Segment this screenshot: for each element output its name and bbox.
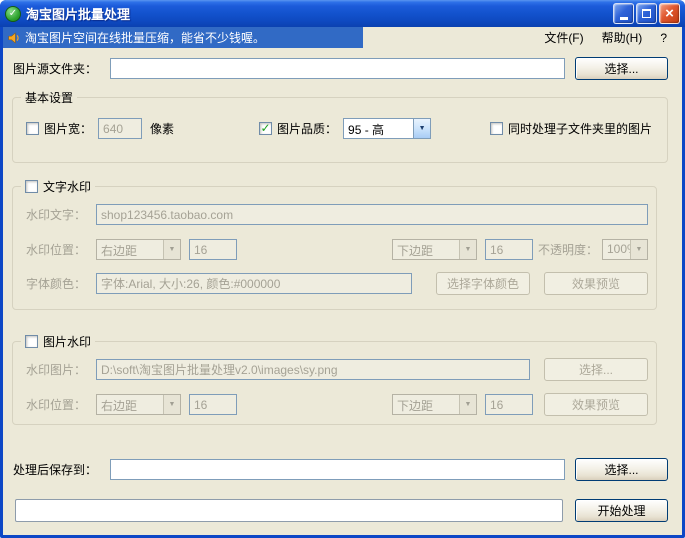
- window-title: 淘宝图片批量处理: [26, 4, 608, 23]
- menu-file[interactable]: 文件(F): [535, 27, 592, 48]
- subfolder-label: 同时处理子文件夹里的图片: [508, 120, 652, 137]
- watermark-text-label: 水印文字：: [26, 206, 96, 223]
- speaker-icon: [7, 31, 21, 45]
- tw-v-position-select: 下边距 ▼: [392, 239, 477, 260]
- tw-h-position-value: 右边距: [97, 240, 163, 259]
- iw-v-position-select: 下边距 ▼: [392, 394, 477, 415]
- watermark-position-label: 水印位置：: [26, 396, 96, 413]
- maximize-icon: [642, 9, 651, 18]
- width-input: [98, 118, 142, 139]
- check-icon: ✓: [9, 9, 17, 19]
- progress-bar: [15, 499, 563, 522]
- dropdown-arrow-icon: ▼: [459, 240, 476, 259]
- quality-option: ✓ 图片品质：: [259, 120, 337, 137]
- text-watermark-legend: 文字水印: [21, 178, 95, 194]
- basic-settings-legend: 基本设置: [21, 89, 77, 105]
- tw-v-offset-input: [485, 239, 533, 260]
- image-watermark-position-row: 水印位置： 右边距 ▼ 下边距 ▼ 效果预览: [26, 393, 648, 416]
- save-folder-row: 处理后保存到： 选择...: [13, 458, 668, 481]
- source-folder-label: 图片源文件夹：: [13, 60, 110, 77]
- menu-help[interactable]: 帮助(H): [593, 27, 652, 48]
- image-watermark-legend: 图片水印: [21, 333, 95, 349]
- font-settings-input: [96, 273, 412, 294]
- window-client-area: 淘宝图片空间在线批量压缩，能省不少钱喔。 文件(F) 帮助(H) ? 图片源文件…: [3, 27, 682, 535]
- image-watermark-group: 图片水印 水印图片： 选择... 水印位置： 右边距 ▼ 下边距: [12, 341, 657, 425]
- save-folder-input[interactable]: [110, 459, 565, 480]
- text-watermark-checkbox[interactable]: [25, 180, 38, 193]
- width-label: 图片宽：: [44, 120, 92, 137]
- opacity-label: 不透明度：: [538, 241, 598, 258]
- source-browse-button[interactable]: 选择...: [575, 57, 668, 80]
- width-checkbox[interactable]: [26, 122, 39, 135]
- title-bar[interactable]: ✓ 淘宝图片批量处理 ×: [0, 0, 685, 27]
- dropdown-arrow-icon: ▼: [163, 240, 180, 259]
- quality-checkbox[interactable]: ✓: [259, 122, 272, 135]
- iw-v-position-value: 下边距: [393, 395, 459, 414]
- tw-h-position-select: 右边距 ▼: [96, 239, 181, 260]
- image-preview-button: 效果预览: [544, 393, 648, 416]
- font-color-row: 字体颜色： 选择字体颜色 效果预览: [26, 272, 648, 295]
- image-watermark-title: 图片水印: [43, 333, 91, 350]
- save-browse-button[interactable]: 选择...: [575, 458, 668, 481]
- width-unit-label: 像素: [150, 120, 174, 137]
- watermark-image-row: 水印图片： 选择...: [26, 358, 648, 381]
- app-icon: ✓: [5, 6, 21, 22]
- close-button[interactable]: ×: [659, 3, 680, 24]
- window-controls: ×: [613, 3, 680, 24]
- quality-select[interactable]: 95 - 高 ▼: [343, 118, 431, 139]
- start-processing-button[interactable]: 开始处理: [575, 499, 668, 522]
- subfolder-checkbox[interactable]: [490, 122, 503, 135]
- choose-font-color-button: 选择字体颜色: [436, 272, 530, 295]
- font-color-label: 字体颜色：: [26, 275, 96, 292]
- minimize-icon: [620, 17, 628, 20]
- basic-settings-group: 基本设置 图片宽： 像素 ✓ 图片品质： 95 - 高 ▼: [12, 97, 668, 163]
- menu-bar: 淘宝图片空间在线批量压缩，能省不少钱喔。 文件(F) 帮助(H) ?: [3, 27, 682, 48]
- dropdown-arrow-icon: ▼: [413, 119, 430, 138]
- watermark-image-input: [96, 359, 530, 380]
- basic-settings-row: 图片宽： 像素 ✓ 图片品质： 95 - 高 ▼ 同时处理子文件夹里的图片: [26, 117, 659, 140]
- image-browse-button: 选择...: [544, 358, 648, 381]
- form-body: 图片源文件夹： 选择... 基本设置 图片宽： 像素 ✓: [3, 48, 682, 535]
- check-icon: ✓: [261, 122, 271, 134]
- iw-v-offset-input: [485, 394, 533, 415]
- watermark-text-row: 水印文字：: [26, 203, 648, 226]
- app-window: ✓ 淘宝图片批量处理 × 淘宝图片空间在线批量压缩，能省不少钱喔。 文件(F) …: [0, 0, 685, 538]
- source-folder-input[interactable]: [110, 58, 565, 79]
- tw-v-position-value: 下边距: [393, 240, 459, 259]
- text-watermark-title: 文字水印: [43, 178, 91, 195]
- close-icon: ×: [665, 6, 674, 21]
- watermark-image-label: 水印图片：: [26, 361, 96, 378]
- subfolder-option: 同时处理子文件夹里的图片: [490, 120, 652, 137]
- basic-settings-title: 基本设置: [25, 89, 73, 106]
- source-folder-row: 图片源文件夹： 选择...: [13, 57, 668, 80]
- process-row: 开始处理: [15, 499, 668, 522]
- watermark-position-label: 水印位置：: [26, 241, 96, 258]
- tw-h-offset-input: [189, 239, 237, 260]
- iw-h-offset-input: [189, 394, 237, 415]
- iw-h-position-select: 右边距 ▼: [96, 394, 181, 415]
- text-watermark-group: 文字水印 水印文字： 水印位置： 右边距 ▼ 下边距 ▼: [12, 186, 657, 310]
- iw-h-position-value: 右边距: [97, 395, 163, 414]
- dropdown-arrow-icon: ▼: [459, 395, 476, 414]
- opacity-select: 100% ▼: [602, 239, 648, 260]
- watermark-text-input: [96, 204, 648, 225]
- minimize-button[interactable]: [613, 3, 634, 24]
- width-option: 图片宽：: [26, 120, 92, 137]
- opacity-value: 100%: [603, 240, 630, 259]
- image-watermark-checkbox[interactable]: [25, 335, 38, 348]
- text-preview-button: 效果预览: [544, 272, 648, 295]
- menu-question[interactable]: ?: [651, 29, 676, 47]
- dropdown-arrow-icon: ▼: [163, 395, 180, 414]
- promo-banner: 淘宝图片空间在线批量压缩，能省不少钱喔。: [3, 27, 363, 48]
- dropdown-arrow-icon: ▼: [630, 240, 647, 259]
- quality-label: 图片品质：: [277, 120, 337, 137]
- save-folder-label: 处理后保存到：: [13, 461, 110, 478]
- maximize-button[interactable]: [636, 3, 657, 24]
- quality-value: 95 - 高: [344, 119, 413, 138]
- banner-text: 淘宝图片空间在线批量压缩，能省不少钱喔。: [25, 29, 265, 46]
- text-watermark-position-row: 水印位置： 右边距 ▼ 下边距 ▼ 不透明度： 100% ▼: [26, 238, 648, 261]
- menu-items: 文件(F) 帮助(H) ?: [535, 27, 676, 48]
